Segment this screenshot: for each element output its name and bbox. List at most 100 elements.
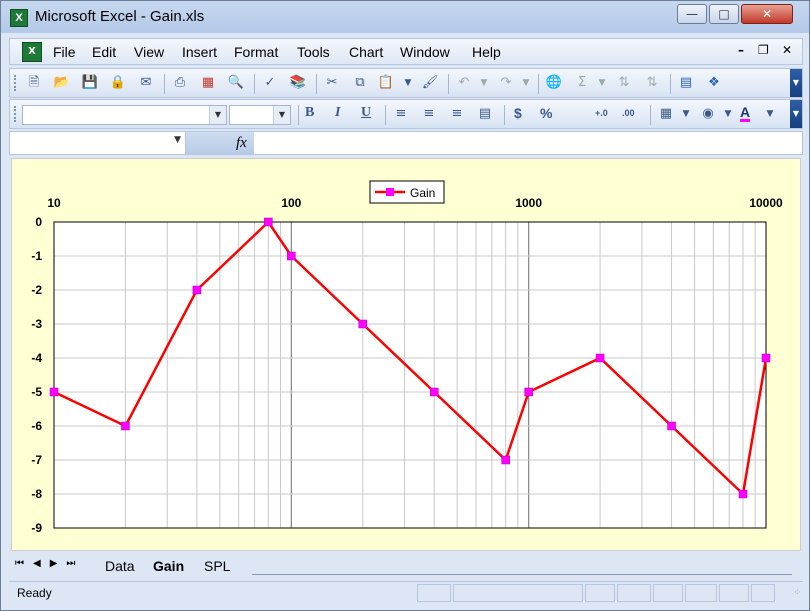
doc-minimize-icon[interactable]: –: [738, 43, 744, 57]
menu-help[interactable]: Help: [472, 44, 501, 60]
standard-toolbar: 🗎 📂 💾 🔒 ✉ ⎙ ▦ 🔍 ✓ 📚 ✂ ⧉ 📋 ▼ 🖌 ↶ ▼ ↷ ▼ 🌐 …: [9, 68, 803, 98]
formatting-toolbar: ▼ ▼ B I U ≡ ≡ ≡ ▤ $ % +.0 .00 ▦ ▼ ◉ ▼ A …: [9, 99, 803, 129]
sort-ascending-icon[interactable]: ⇅: [614, 74, 634, 92]
toolbar-options-icon[interactable]: ▼: [790, 69, 802, 97]
sheet-tab-bar: ⏮ ◀ ▶ ⏭ Data Gain SPL: [9, 554, 803, 578]
y-tick-label: -2: [31, 283, 42, 297]
borders-dropdown-icon[interactable]: ▼: [676, 105, 696, 123]
permission-icon[interactable]: 🔒: [108, 74, 128, 92]
currency-button[interactable]: $: [514, 105, 522, 121]
excel-app-icon[interactable]: X: [10, 9, 28, 27]
paste-icon[interactable]: 📋: [376, 74, 396, 92]
doc-close-icon[interactable]: ✕: [782, 43, 792, 57]
chevron-down-icon[interactable]: ▼: [209, 106, 226, 124]
maximize-button[interactable]: □: [709, 4, 739, 24]
insert-function-button[interactable]: fx: [186, 132, 254, 154]
undo-icon[interactable]: ↶: [454, 74, 474, 92]
close-button[interactable]: ✕: [741, 4, 793, 24]
x-tick-label: 1000: [515, 196, 542, 210]
last-sheet-icon[interactable]: ⏭: [66, 558, 75, 569]
data-point: [501, 455, 510, 465]
increase-decimal-button[interactable]: +.0: [595, 108, 608, 118]
research-icon[interactable]: 📚: [288, 74, 308, 92]
resize-grip-icon[interactable]: ⁘: [793, 588, 801, 598]
title-bar[interactable]: X Microsoft Excel - Gain.xls — □ ✕: [1, 1, 809, 33]
toolbar-grip[interactable]: [14, 75, 19, 91]
print-preview-icon[interactable]: 🔍: [226, 74, 246, 92]
legend-label: Gain: [410, 186, 435, 200]
autosum-dropdown-icon[interactable]: ▼: [592, 74, 612, 92]
font-size-combo[interactable]: ▼: [229, 105, 291, 125]
maximize-icon: □: [718, 7, 730, 21]
autosum-icon[interactable]: Σ: [572, 74, 592, 92]
drawing-icon[interactable]: ❖: [704, 74, 724, 92]
pdf-icon[interactable]: ▦: [198, 74, 218, 92]
sort-descending-icon[interactable]: ⇅: [642, 74, 662, 92]
font-color-dropdown-icon[interactable]: ▼: [760, 105, 780, 123]
data-point: [192, 285, 202, 295]
borders-icon[interactable]: ▦: [656, 105, 676, 123]
redo-dropdown-icon[interactable]: ▼: [516, 74, 536, 92]
toolbar-grip[interactable]: [14, 106, 19, 122]
menu-edit[interactable]: Edit: [92, 44, 116, 60]
menu-tools[interactable]: Tools: [297, 44, 330, 60]
chevron-down-icon[interactable]: ▼: [174, 135, 181, 145]
menu-insert[interactable]: Insert: [182, 44, 217, 60]
menu-file[interactable]: File: [53, 44, 76, 60]
chart-area[interactable]: 10 100 1000 10000 0 -1 -2 -3 -4 -5 -6 -7 -8 -9 Gain: [11, 158, 801, 551]
spelling-icon[interactable]: ✓: [260, 74, 280, 92]
decrease-decimal-button[interactable]: .00: [622, 108, 635, 118]
menu-format[interactable]: Format: [234, 44, 278, 60]
font-name-combo[interactable]: ▼: [22, 105, 227, 125]
format-painter-icon[interactable]: 🖌: [420, 74, 440, 92]
undo-dropdown-icon[interactable]: ▼: [474, 74, 494, 92]
chart-svg[interactable]: 10 100 1000 10000 0 -1 -2 -3 -4 -5 -6 -7 -8 -9 Gain: [12, 159, 800, 550]
menu-view[interactable]: View: [134, 44, 164, 60]
menu-bar: X File Edit View Insert Format Tools Cha…: [9, 38, 803, 65]
sheet-tab-spl[interactable]: SPL: [204, 558, 230, 576]
minimize-button[interactable]: —: [677, 4, 707, 24]
menu-chart[interactable]: Chart: [349, 44, 383, 60]
first-sheet-icon[interactable]: ⏮: [15, 558, 24, 569]
plot-area: [54, 222, 766, 528]
chart-wizard-icon[interactable]: ▤: [676, 74, 696, 92]
paste-dropdown-icon[interactable]: ▼: [398, 74, 418, 92]
sheet-tab-gain[interactable]: Gain: [153, 558, 184, 576]
copy-icon[interactable]: ⧉: [350, 74, 370, 92]
italic-button[interactable]: I: [335, 105, 340, 121]
separator: [385, 105, 386, 125]
cut-icon[interactable]: ✂: [322, 74, 342, 92]
open-icon[interactable]: 📂: [52, 74, 72, 92]
percent-button[interactable]: %: [540, 105, 552, 121]
redo-icon[interactable]: ↷: [496, 74, 516, 92]
status-cell: [585, 584, 615, 602]
separator: [538, 74, 539, 94]
sheet-tab-data[interactable]: Data: [105, 558, 135, 576]
prev-sheet-icon[interactable]: ◀: [33, 558, 41, 569]
fill-color-icon[interactable]: ◉: [698, 105, 718, 123]
chevron-down-icon[interactable]: ▼: [273, 106, 290, 124]
save-icon[interactable]: 💾: [80, 74, 100, 92]
font-color-button[interactable]: A: [740, 105, 751, 122]
align-left-icon[interactable]: ≡: [391, 105, 411, 123]
hyperlink-icon[interactable]: 🌐: [544, 74, 564, 92]
underline-button[interactable]: U: [361, 105, 371, 121]
print-icon[interactable]: ⎙: [170, 74, 190, 92]
name-box[interactable]: ▼: [10, 132, 186, 154]
doc-restore-icon[interactable]: ❐: [758, 43, 769, 57]
workbook-icon[interactable]: X: [22, 42, 42, 62]
email-icon[interactable]: ✉: [136, 74, 156, 92]
fill-color-dropdown-icon[interactable]: ▼: [718, 105, 738, 123]
toolbar-options-icon[interactable]: ▼: [790, 100, 802, 128]
new-icon[interactable]: 🗎: [24, 74, 44, 92]
y-tick-label: -7: [31, 453, 42, 467]
status-cell: [417, 584, 451, 602]
menu-window[interactable]: Window: [400, 44, 450, 60]
merge-center-icon[interactable]: ▤: [475, 105, 495, 123]
bold-button[interactable]: B: [305, 105, 314, 121]
align-right-icon[interactable]: ≡: [447, 105, 467, 123]
next-sheet-icon[interactable]: ▶: [50, 558, 58, 569]
align-center-icon[interactable]: ≡: [419, 105, 439, 123]
separator: [670, 74, 671, 94]
y-tick-label: -6: [31, 419, 42, 433]
